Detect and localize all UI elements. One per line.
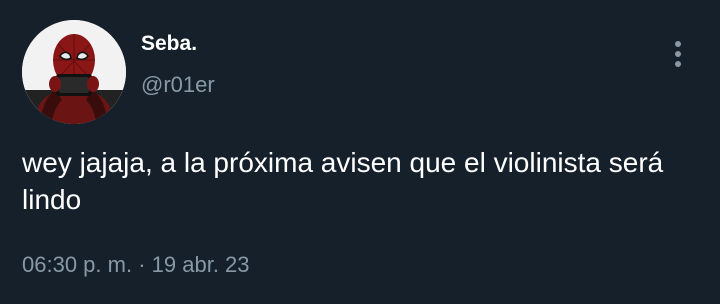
meta-separator: ·	[138, 252, 146, 277]
avatar[interactable]	[22, 20, 126, 124]
user-handle[interactable]: @r01er	[141, 72, 215, 98]
more-options-button[interactable]	[662, 36, 694, 72]
tweet-date: 19 abr. 23	[151, 252, 250, 277]
more-vertical-icon	[675, 41, 681, 67]
tweet-time: 06:30 p. m.	[22, 252, 133, 277]
avatar-image	[22, 20, 126, 124]
tweet-card: Seba. @r01er wey jajaja, a la próxima av…	[0, 0, 720, 304]
tweet-timestamp[interactable]: 06:30 p. m. · 19 abr. 23	[22, 250, 250, 280]
tweet-text: wey jajaja, a la próxima avisen que el v…	[22, 147, 664, 215]
display-name[interactable]: Seba.	[141, 31, 197, 57]
